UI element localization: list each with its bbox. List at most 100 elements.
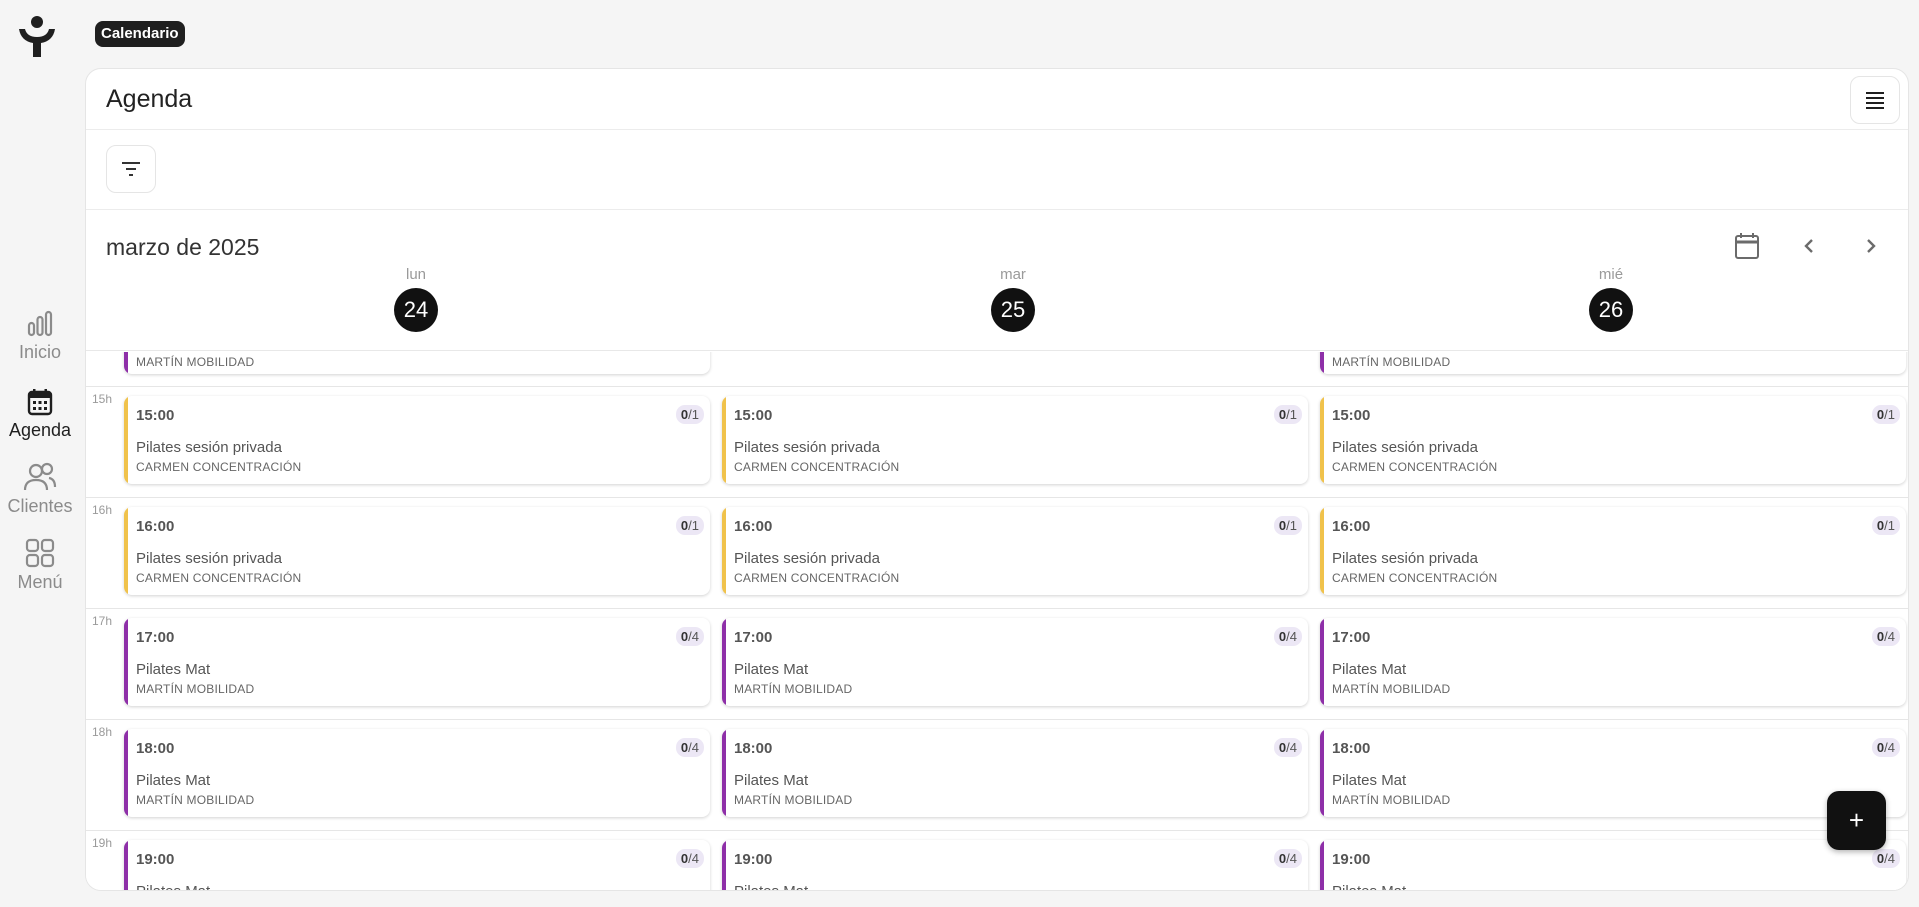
- event-card[interactable]: 17:00 0/4 Pilates Mat MARTÍN MOBILIDAD: [124, 618, 710, 706]
- event-trainer: CARMEN CONCENTRACIÓN: [734, 460, 900, 474]
- hour-divider: [86, 386, 1908, 387]
- filter-button[interactable]: [106, 145, 156, 193]
- prev-period-button[interactable]: [1799, 232, 1819, 265]
- event-card[interactable]: 19:00 0/4 Pilates Mat: [124, 840, 710, 890]
- filter-bar: [86, 130, 1908, 210]
- event-card[interactable]: MARTÍN MOBILIDAD: [1320, 352, 1906, 374]
- nav-item-menu[interactable]: Menú: [0, 538, 80, 593]
- event-card[interactable]: 16:00 0/1 Pilates sesión privada CARMEN CON…: [1320, 507, 1906, 595]
- page-title: Agenda: [106, 84, 193, 113]
- month-title: marzo de 2025: [106, 234, 260, 260]
- hour-divider: [86, 608, 1908, 609]
- event-card[interactable]: 17:00 0/4 Pilates Mat MARTÍN MOBILIDAD: [722, 618, 1308, 706]
- booked-count: 0: [1876, 851, 1885, 866]
- calendar-icon: [27, 389, 53, 416]
- capacity-badge: 0/4: [675, 627, 704, 646]
- event-trainer: MARTÍN MOBILIDAD: [136, 682, 255, 696]
- event-card[interactable]: 18:00 0/4 Pilates Mat MARTÍN MOBILIDAD: [124, 729, 710, 817]
- event-color-bar: [722, 618, 726, 706]
- event-time: 18:00: [1332, 740, 1371, 757]
- event-trainer: CARMEN CONCENTRACIÓN: [1332, 571, 1498, 585]
- nav-item-inicio[interactable]: Inicio: [0, 310, 80, 363]
- event-card[interactable]: 16:00 0/1 Pilates sesión privada CARMEN CON…: [722, 507, 1308, 595]
- capacity-badge: 0/4: [675, 849, 704, 868]
- chevron-left-icon: [1804, 239, 1813, 253]
- event-card[interactable]: 18:00 0/4 Pilates Mat MARTÍN MOBILIDAD: [1320, 729, 1906, 817]
- booked-count: 0: [1278, 518, 1287, 533]
- event-time: 17:00: [1332, 629, 1371, 646]
- capacity-badge: 0/4: [1273, 849, 1302, 868]
- nav-item-clientes[interactable]: Clientes: [0, 462, 80, 517]
- date-picker-button[interactable]: [1734, 232, 1760, 265]
- event-color-bar: [124, 618, 128, 706]
- event-time: 16:00: [1332, 518, 1371, 535]
- add-class-button[interactable]: +: [1827, 791, 1886, 850]
- event-name: Pilates Mat: [136, 772, 211, 789]
- day-header-mie[interactable]: mié 26: [1581, 266, 1641, 332]
- nav-label: Clientes: [7, 496, 73, 516]
- capacity-badge: 0/4: [1871, 849, 1900, 868]
- day-header-lun[interactable]: lun 24: [386, 266, 446, 332]
- day-number: 25: [991, 288, 1035, 332]
- event-color-bar: [1320, 840, 1324, 890]
- booked-count: 0: [1876, 629, 1885, 644]
- capacity-badge: 0/1: [675, 405, 704, 424]
- nav-label: Inicio: [18, 342, 62, 362]
- event-time: 19:00: [136, 851, 175, 868]
- event-trainer: CARMEN CONCENTRACIÓN: [136, 571, 302, 585]
- event-name: Pilates Mat: [1332, 883, 1406, 890]
- hour-divider: [86, 497, 1908, 498]
- event-name: Pilates Mat: [136, 883, 210, 890]
- hour-label: 19h: [92, 836, 113, 850]
- event-color-bar: [1320, 396, 1324, 484]
- event-color-bar: [722, 396, 726, 484]
- next-period-button[interactable]: [1861, 232, 1881, 265]
- brand-logo-icon[interactable]: [17, 15, 57, 59]
- event-time: 18:00: [734, 740, 773, 757]
- event-card[interactable]: MARTÍN MOBILIDAD: [124, 352, 710, 374]
- event-card[interactable]: 15:00 0/1 Pilates sesión privada CARMEN CON…: [124, 396, 710, 484]
- event-name: Pilates Mat: [1332, 772, 1407, 789]
- capacity-badge: 0/4: [1871, 627, 1900, 646]
- event-trainer: MARTÍN MOBILIDAD: [734, 682, 853, 696]
- event-name: Pilates Mat: [734, 883, 808, 890]
- booked-count: 0: [1278, 407, 1287, 422]
- event-color-bar: [124, 352, 128, 374]
- event-color-bar: [722, 729, 726, 817]
- event-name: Pilates Mat: [734, 772, 809, 789]
- event-card[interactable]: 19:00 0/4 Pilates Mat: [722, 840, 1308, 890]
- event-trainer: MARTÍN MOBILIDAD: [1332, 682, 1451, 696]
- event-color-bar: [124, 840, 128, 890]
- capacity-badge: 0/1: [675, 516, 704, 535]
- chevron-right-icon: [1867, 239, 1876, 253]
- event-card[interactable]: 17:00 0/4 Pilates Mat MARTÍN MOBILIDAD: [1320, 618, 1906, 706]
- event-name: Pilates sesión privada: [1332, 439, 1478, 456]
- day-header-mar[interactable]: mar 25: [983, 266, 1043, 332]
- event-trainer: CARMEN CONCENTRACIÓN: [1332, 460, 1498, 474]
- booked-count: 0: [680, 629, 689, 644]
- event-card[interactable]: 18:00 0/4 Pilates Mat MARTÍN MOBILIDAD: [722, 729, 1308, 817]
- event-color-bar: [124, 396, 128, 484]
- booked-count: 0: [1278, 851, 1287, 866]
- event-card[interactable]: 15:00 0/1 Pilates sesión privada CARMEN CON…: [722, 396, 1308, 484]
- event-card[interactable]: 15:00 0/1 Pilates sesión privada CARMEN CON…: [1320, 396, 1906, 484]
- nav-item-agenda[interactable]: Agenda: [0, 388, 80, 441]
- booked-count: 0: [680, 851, 689, 866]
- event-time: 16:00: [734, 518, 773, 535]
- day-name: mar: [1000, 266, 1026, 283]
- list-view-button[interactable]: [1850, 76, 1900, 124]
- day-number: 24: [394, 288, 438, 332]
- event-card[interactable]: 16:00 0/1 Pilates sesión privada CARMEN CON…: [124, 507, 710, 595]
- event-time: 19:00: [734, 851, 773, 868]
- nav-label: Agenda: [8, 420, 72, 440]
- event-trainer: MARTÍN MOBILIDAD: [1332, 793, 1451, 807]
- event-time: 17:00: [734, 629, 773, 646]
- booked-count: 0: [1876, 407, 1885, 422]
- event-trainer: MARTÍN MOBILIDAD: [136, 793, 255, 807]
- event-name: Pilates Mat: [1332, 661, 1407, 678]
- event-card[interactable]: 19:00 0/4 Pilates Mat: [1320, 840, 1906, 890]
- event-color-bar: [1320, 352, 1324, 374]
- event-name: Pilates sesión privada: [734, 439, 880, 456]
- capacity-badge: 0/1: [1273, 405, 1302, 424]
- calendar-grid: MARTÍN MOBILIDAD MARTÍN MOBILIDAD 15h 15:00…: [86, 352, 1908, 890]
